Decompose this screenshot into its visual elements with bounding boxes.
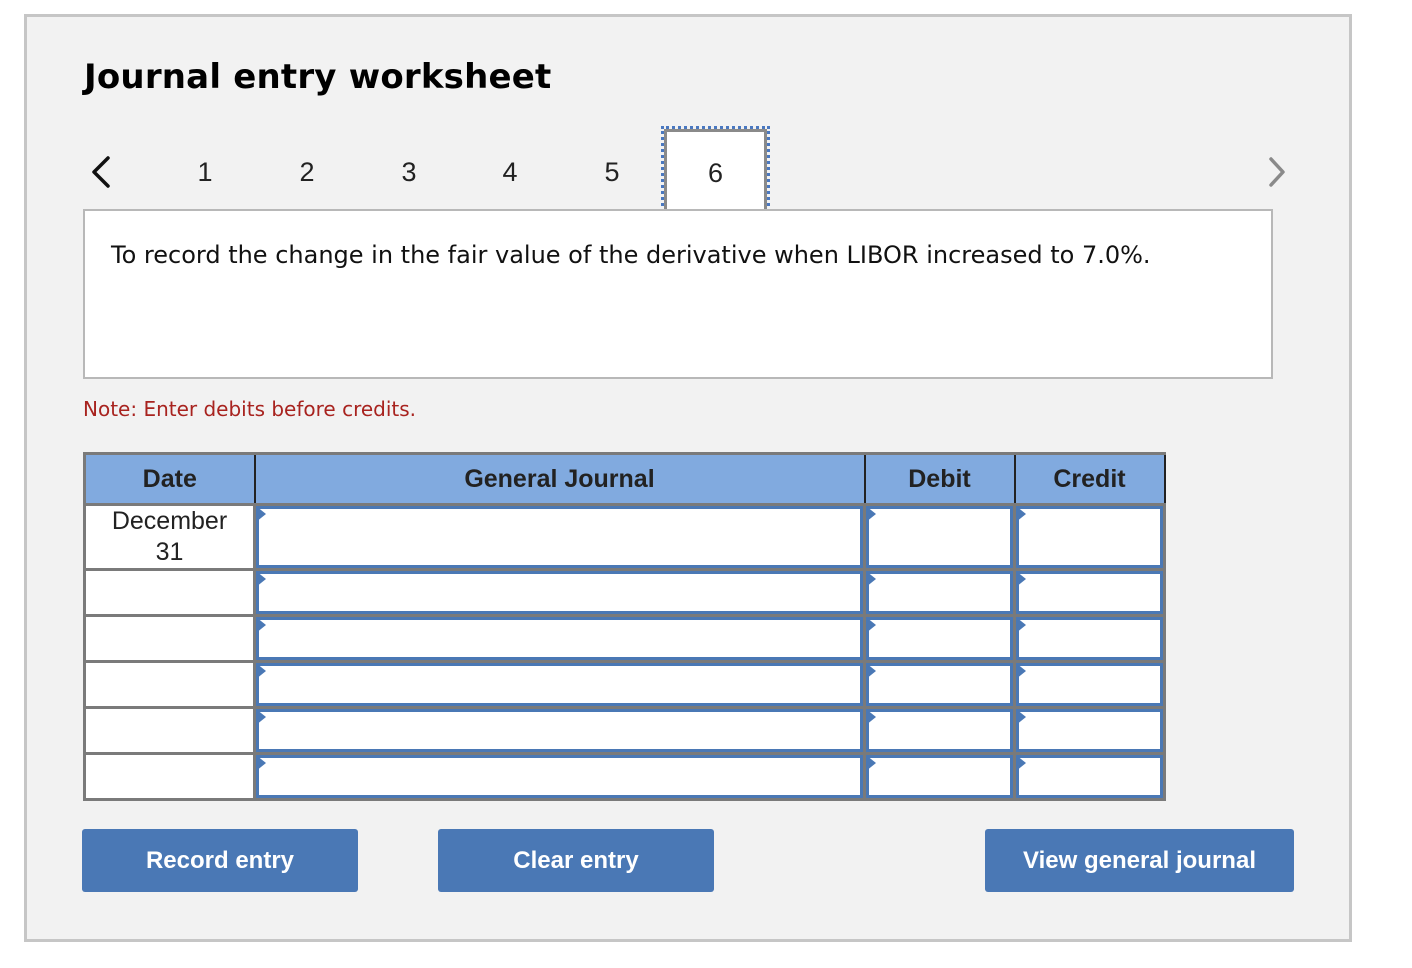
tab-entry-4[interactable]: 4 [460,129,560,215]
cell-flag-icon [866,617,876,633]
worksheet-panel: Journal entry worksheet 1 2 3 4 5 6 To r… [24,14,1352,942]
column-header-date: Date [83,452,256,506]
chevron-right-icon [1269,157,1285,187]
journal-row [83,660,1166,709]
cell-flag-icon [1016,755,1026,771]
journal-header-row: Date General Journal Debit Credit [83,452,1166,506]
entry-note: Note: Enter debits before credits. [83,397,417,421]
cell-flag-icon [256,663,266,679]
entry-description: To record the change in the fair value o… [111,241,1151,269]
cell-flag-icon [866,755,876,771]
journal-table: Date General Journal Debit Credit Decemb… [83,452,1166,801]
debit-input[interactable] [866,506,1013,568]
date-cell[interactable] [83,614,256,663]
debit-input[interactable] [866,571,1013,614]
debit-input[interactable] [866,617,1013,660]
debit-cell [863,614,1016,663]
account-input[interactable] [256,755,863,798]
cell-flag-icon [256,709,266,725]
column-header-credit: Credit [1013,452,1166,506]
account-cell [253,706,866,755]
credit-input[interactable] [1016,617,1163,660]
journal-row: December 31 [83,503,1166,571]
debit-cell [863,503,1016,571]
journal-row [83,752,1166,801]
debit-input[interactable] [866,709,1013,752]
next-entry-button[interactable] [1257,147,1297,197]
journal-row [83,706,1166,755]
account-input[interactable] [256,709,863,752]
entry-description-box: To record the change in the fair value o… [83,209,1273,379]
date-cell[interactable] [83,706,256,755]
record-entry-button[interactable]: Record entry [82,829,358,892]
date-cell[interactable] [83,568,256,617]
tab-entry-3[interactable]: 3 [359,129,459,215]
credit-cell [1013,503,1166,571]
date-cell[interactable] [83,752,256,801]
clear-entry-button[interactable]: Clear entry [438,829,714,892]
account-input[interactable] [256,663,863,706]
cell-flag-icon [1016,617,1026,633]
journal-row [83,568,1166,617]
tab-entry-5[interactable]: 5 [562,129,662,215]
page-title: Journal entry worksheet [84,57,552,97]
cell-flag-icon [1016,709,1026,725]
column-header-debit: Debit [863,452,1016,506]
cell-flag-icon [1016,663,1026,679]
account-input[interactable] [256,617,863,660]
account-input[interactable] [256,506,863,568]
account-input[interactable] [256,571,863,614]
cell-flag-icon [866,506,876,522]
account-cell [253,660,866,709]
cell-flag-icon [256,617,266,633]
credit-input[interactable] [1016,755,1163,798]
credit-input[interactable] [1016,571,1163,614]
credit-cell [1013,752,1166,801]
cell-flag-icon [866,663,876,679]
date-value: December 31 [111,507,228,566]
credit-input[interactable] [1016,506,1163,568]
cell-flag-icon [1016,571,1026,587]
entry-pager: 1 2 3 4 5 6 [27,126,1349,218]
debit-input[interactable] [866,663,1013,706]
credit-cell [1013,568,1166,617]
view-general-journal-button[interactable]: View general journal [985,829,1294,892]
journal-row [83,614,1166,663]
credit-cell [1013,660,1166,709]
cell-flag-icon [256,571,266,587]
chevron-left-icon [92,156,110,188]
date-cell[interactable] [83,660,256,709]
credit-cell [1013,706,1166,755]
cell-flag-icon [256,755,266,771]
debit-cell [863,660,1016,709]
account-cell [253,752,866,801]
debit-cell [863,568,1016,617]
credit-cell [1013,614,1166,663]
credit-input[interactable] [1016,709,1163,752]
credit-input[interactable] [1016,663,1163,706]
debit-input[interactable] [866,755,1013,798]
tab-entry-6[interactable]: 6 [661,126,770,218]
cell-flag-icon [866,571,876,587]
account-cell [253,503,866,571]
debit-cell [863,706,1016,755]
cell-flag-icon [256,506,266,522]
cell-flag-icon [866,709,876,725]
debit-cell [863,752,1016,801]
tab-entry-2[interactable]: 2 [257,129,357,215]
cell-flag-icon [1016,506,1026,522]
account-cell [253,614,866,663]
tab-entry-1[interactable]: 1 [155,129,255,215]
account-cell [253,568,866,617]
date-cell[interactable]: December 31 [83,503,256,571]
column-header-general-journal: General Journal [253,452,866,506]
prev-entry-button[interactable] [81,147,121,197]
